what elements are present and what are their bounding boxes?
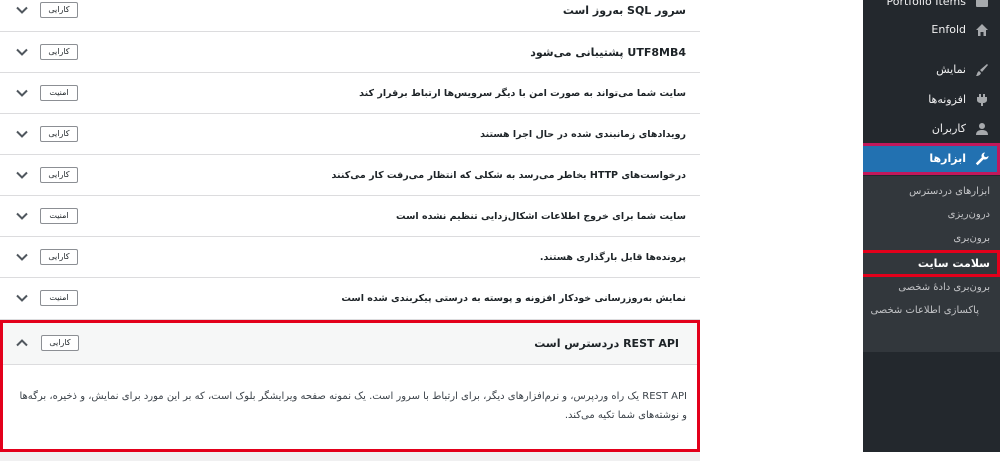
home-icon bbox=[974, 22, 990, 38]
check-title: سایت شما برای خروج اطلاعات اشکال‌زدایی ت… bbox=[396, 211, 686, 222]
check-title: رویدادهای زمانبندی شده در حال اجرا هستند bbox=[480, 129, 686, 140]
menu-item-label: نمایش bbox=[936, 63, 966, 76]
check-header-expanded[interactable]: REST API دردسترس است کارایی bbox=[3, 323, 697, 365]
menu-item-tools[interactable]: ابزارها bbox=[863, 143, 1000, 175]
check-badge: امنیت bbox=[40, 290, 78, 306]
check-title: REST API دردسترس است bbox=[534, 337, 679, 350]
check-badge: امنیت bbox=[40, 85, 78, 101]
check-header[interactable]: رویدادهای زمانبندی شده در حال اجرا هستند… bbox=[0, 114, 700, 155]
menu-item-label: ابزارها bbox=[929, 152, 966, 165]
check-header[interactable]: پرونده‌ها قابل بارگذاری هستند. کارایی bbox=[0, 237, 700, 278]
check-title: سرور SQL به‌روز است bbox=[562, 4, 686, 17]
submenu-item-erase-personal-data[interactable]: پاکسازی اطلاعات شخصی bbox=[863, 303, 989, 319]
user-icon bbox=[974, 121, 990, 137]
submenu-item-available-tools[interactable]: ابزارهای دردسترس bbox=[863, 184, 1000, 200]
check-title: پرونده‌ها قابل بارگذاری هستند. bbox=[539, 252, 686, 263]
check-badge: کارایی bbox=[40, 44, 78, 60]
menu-item-appearance[interactable]: نمایش bbox=[863, 54, 1000, 86]
portfolio-icon bbox=[974, 0, 990, 10]
site-health-checks: سرور SQL به‌روز است کارایی UTF8MB4 پشتیب… bbox=[0, 0, 700, 461]
menu-item-label: افزونه‌ها bbox=[928, 93, 966, 106]
plugin-icon bbox=[974, 92, 990, 108]
menu-item-label: Enfold bbox=[931, 23, 966, 36]
check-item-utf8mb4[interactable]: UTF8MB4 پشتیبانی می‌شود کارایی bbox=[0, 32, 700, 73]
chevron-down-icon[interactable] bbox=[15, 209, 29, 223]
menu-item-label: کاربران bbox=[931, 122, 966, 135]
chevron-down-icon[interactable] bbox=[15, 250, 29, 264]
menu-item-plugins[interactable]: افزونه‌ها bbox=[863, 84, 1000, 116]
check-badge: کارایی bbox=[40, 249, 78, 265]
check-item-http-requests[interactable]: درخواست‌های HTTP بخاطر می‌رسد به شکلی که… bbox=[0, 155, 700, 196]
tools-submenu: ابزارهای دردسترس درون‌ریزی برون‌بری سلام… bbox=[863, 176, 1000, 352]
check-item-rest-api[interactable]: REST API دردسترس است کارایی REST API یک … bbox=[0, 320, 700, 452]
submenu-item-import[interactable]: درون‌ریزی bbox=[863, 207, 1000, 223]
check-item-debug-output[interactable]: سایت شما برای خروج اطلاعات اشکال‌زدایی ت… bbox=[0, 196, 700, 237]
check-badge: کارایی bbox=[40, 2, 78, 18]
admin-sidebar: Portfolio Items Enfold نمایش افزونه‌ها ک… bbox=[862, 0, 1000, 461]
check-title: سایت شما می‌تواند به صورت امن با دیگر سر… bbox=[359, 88, 686, 99]
check-title: نمایش به‌روزرسانی خودکار افزونه و پوسته … bbox=[341, 293, 686, 304]
check-header[interactable]: سایت شما می‌تواند به صورت امن با دیگر سر… bbox=[0, 73, 700, 114]
check-item-sql[interactable]: سرور SQL به‌روز است کارایی bbox=[0, 0, 700, 32]
check-title: درخواست‌های HTTP بخاطر می‌رسد به شکلی که… bbox=[331, 170, 687, 181]
check-badge: کارایی bbox=[40, 126, 78, 142]
chevron-down-icon[interactable] bbox=[15, 168, 29, 182]
check-item-secure-communication[interactable]: سایت شما می‌تواند به صورت امن با دیگر سر… bbox=[0, 73, 700, 114]
chevron-down-icon[interactable] bbox=[15, 45, 29, 59]
check-header[interactable]: سایت شما برای خروج اطلاعات اشکال‌زدایی ت… bbox=[0, 196, 700, 237]
menu-item-users[interactable]: کاربران bbox=[863, 113, 1000, 145]
check-header[interactable]: UTF8MB4 پشتیبانی می‌شود کارایی bbox=[0, 32, 700, 73]
check-badge: کارایی bbox=[41, 335, 79, 351]
check-header[interactable]: نمایش به‌روزرسانی خودکار افزونه و پوسته … bbox=[0, 278, 700, 319]
menu-item-enfold[interactable]: Enfold bbox=[863, 14, 1000, 46]
brush-icon bbox=[974, 62, 990, 78]
check-item-auto-updates[interactable]: نمایش به‌روزرسانی خودکار افزونه و پوسته … bbox=[0, 278, 700, 320]
check-badge: امنیت bbox=[40, 208, 78, 224]
check-item-scheduled-events[interactable]: رویدادهای زمانبندی شده در حال اجرا هستند… bbox=[0, 114, 700, 155]
chevron-down-icon[interactable] bbox=[15, 3, 29, 17]
check-badge: کارایی bbox=[40, 167, 78, 183]
sidebar-end bbox=[863, 452, 1000, 461]
submenu-item-export[interactable]: برون‌بری bbox=[863, 231, 1000, 247]
submenu-item-site-health[interactable]: سلامت سایت bbox=[863, 250, 1000, 277]
wrench-icon bbox=[974, 151, 990, 167]
check-header[interactable]: درخواست‌های HTTP بخاطر می‌رسد به شکلی که… bbox=[0, 155, 700, 196]
chevron-down-icon[interactable] bbox=[15, 86, 29, 100]
check-title: UTF8MB4 پشتیبانی می‌شود bbox=[530, 46, 686, 59]
check-item-file-uploads[interactable]: پرونده‌ها قابل بارگذاری هستند. کارایی bbox=[0, 237, 700, 278]
submenu-item-export-personal-data[interactable]: برون‌بری دادهٔ شخصی bbox=[863, 280, 1000, 296]
chevron-down-icon[interactable] bbox=[15, 291, 29, 305]
chevron-up-icon[interactable] bbox=[15, 336, 29, 350]
check-header[interactable]: سرور SQL به‌روز است کارایی bbox=[0, 0, 700, 31]
chevron-down-icon[interactable] bbox=[15, 127, 29, 141]
check-description: REST API یک راه وردپرس، و نرم‌افزارهای د… bbox=[19, 391, 687, 421]
